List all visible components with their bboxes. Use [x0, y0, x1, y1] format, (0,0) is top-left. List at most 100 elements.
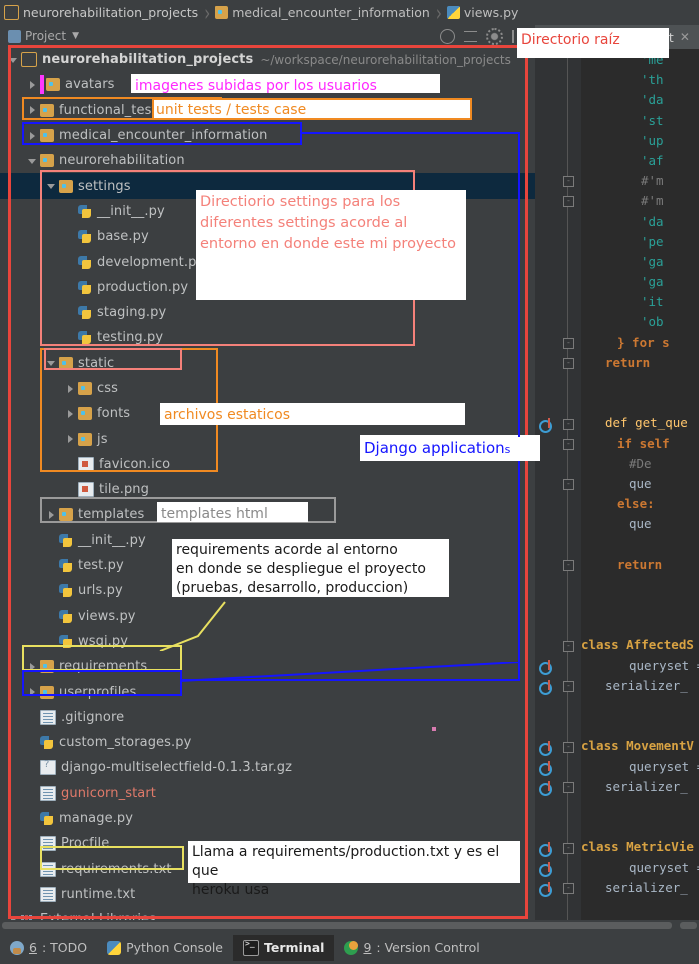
tree-row[interactable]: testing.py	[0, 325, 535, 350]
code-fold-toggle-icon[interactable]: -	[563, 640, 574, 652]
breadcrumb-label: medical_encounter_information	[232, 5, 430, 20]
code-fold-toggle-icon[interactable]: -	[563, 358, 574, 369]
chevron-down-icon[interactable]	[46, 358, 57, 369]
code-token: 'da	[641, 213, 664, 229]
chevron-right-icon[interactable]	[27, 130, 38, 141]
code-token: que	[629, 475, 652, 491]
tree-row[interactable]: django-multiselectfield-0.1.3.tar.gz	[0, 755, 535, 780]
tree-row[interactable]: tile.png	[0, 477, 535, 502]
tree-row-label: userprofiles	[59, 684, 137, 700]
code-line: } for s	[581, 333, 699, 353]
status-bar-tabs[interactable]: 6: TODO Python Console Terminal 9: Version …	[0, 931, 699, 964]
chevron-right-icon[interactable]	[27, 687, 38, 698]
status-tab-pythonconsole[interactable]: Python Console	[97, 935, 233, 961]
close-icon[interactable]: ✕	[680, 30, 690, 44]
breadcrumb-separator-icon: ›	[435, 0, 442, 26]
tree-row[interactable]: neurorehabilitation_projects ~/workspace/…	[0, 47, 535, 72]
code-fold-toggle-icon[interactable]: -	[563, 782, 574, 794]
tree-row[interactable]: staging.py	[0, 300, 535, 325]
code-line: 'ob	[581, 312, 699, 332]
tree-row-label: static	[78, 355, 115, 371]
text-file-icon	[40, 785, 56, 801]
code-line: 'ga	[581, 252, 699, 272]
breadcrumb-item-2[interactable]: views.py	[443, 0, 521, 25]
tree-row[interactable]: userprofiles	[0, 679, 535, 704]
run-gutter-icon[interactable]	[539, 680, 552, 696]
chevron-right-icon[interactable]	[27, 105, 38, 116]
status-tab-todo[interactable]: 6: TODO	[0, 935, 97, 961]
chevron-down-icon[interactable]	[46, 181, 57, 192]
code-token: 'af	[641, 152, 664, 168]
chevron-right-icon[interactable]	[46, 509, 57, 520]
folder-icon	[59, 179, 73, 193]
code-fold-toggle-icon[interactable]: -	[563, 418, 574, 430]
chevron-right-icon[interactable]	[27, 661, 38, 672]
code-token: 'ga	[641, 253, 664, 269]
tree-row[interactable]: .gitignore	[0, 705, 535, 730]
code-fold-toggle-icon[interactable]: -	[563, 681, 574, 693]
code-fold-toggle-icon[interactable]: -	[563, 176, 574, 188]
code-fold-toggle-icon[interactable]: -	[563, 337, 574, 349]
chevron-right-icon[interactable]	[27, 79, 38, 90]
scrollbar-thumb-left[interactable]	[2, 922, 672, 929]
settings-gear-icon[interactable]	[486, 27, 503, 45]
status-tab-versioncontrol[interactable]: 9: Version Control	[334, 935, 489, 961]
target-icon[interactable]	[440, 28, 455, 44]
run-gutter-icon[interactable]	[539, 862, 552, 877]
tree-row-label: tile.png	[99, 482, 149, 498]
code-fold-toggle-icon[interactable]: -	[563, 196, 574, 208]
run-gutter-icon[interactable]	[539, 660, 552, 675]
tree-row[interactable]: custom_storages.py	[0, 730, 535, 755]
breadcrumb-item-1[interactable]: medical_encounter_information	[211, 0, 432, 25]
chevron-down-icon[interactable]: ▼	[72, 31, 79, 41]
chevron-down-icon[interactable]	[27, 155, 38, 166]
chevron-right-icon[interactable]	[65, 408, 76, 419]
run-gutter-icon[interactable]	[539, 761, 552, 776]
collapse-all-icon[interactable]	[464, 30, 477, 42]
horizontal-scrollbar-strip[interactable]	[0, 920, 699, 931]
run-gutter-icon[interactable]	[539, 417, 552, 433]
scrollbar-thumb-right[interactable]	[680, 922, 697, 929]
project-toolwindow-title-group[interactable]: Project ▼	[8, 29, 79, 43]
tree-row[interactable]: static	[0, 351, 535, 376]
text-file-icon	[40, 861, 56, 877]
code-fold-toggle-icon[interactable]: -	[563, 741, 574, 753]
tree-row[interactable]: neurorehabilitation	[0, 148, 535, 173]
tree-row[interactable]: manage.py	[0, 806, 535, 831]
run-gutter-icon[interactable]	[539, 740, 552, 756]
chevron-down-icon[interactable]	[8, 54, 19, 65]
tree-row-label: test.py	[78, 558, 124, 574]
text-file-icon	[40, 709, 56, 725]
tree-row[interactable]: medical_encounter_information	[0, 123, 535, 148]
tree-row[interactable]: views.py	[0, 604, 535, 629]
tree-row-label: django-multiselectfield-0.1.3.tar.gz	[61, 760, 293, 776]
tree-row[interactable]: gunicorn_start	[0, 781, 535, 806]
editor-code-lines[interactable]: 'me'th'da'st'up'af #'m #'m'da'pe'ga'ga'it '…	[581, 50, 699, 921]
annotation-static: archivos estaticos	[160, 403, 465, 425]
run-gutter-icon[interactable]	[539, 882, 552, 898]
tree-row-label: favicon.ico	[99, 456, 171, 472]
chevron-right-icon[interactable]	[65, 383, 76, 394]
project-tree[interactable]: neurorehabilitation_projects ~/workspace/…	[0, 47, 535, 920]
code-fold-toggle-icon[interactable]: -	[563, 479, 574, 491]
editor-code-area[interactable]: 'me'th'da'st'up'af #'m #'m'da'pe'ga'ga'it '…	[535, 50, 699, 921]
tree-row[interactable]: css	[0, 376, 535, 401]
code-fold-toggle-icon[interactable]: -	[563, 883, 574, 895]
code-fold-toggle-icon[interactable]: -	[563, 842, 574, 854]
breadcrumb-item-0[interactable]: neurorehabilitation_projects	[0, 0, 200, 25]
run-gutter-icon[interactable]	[539, 781, 552, 797]
chevron-right-icon[interactable]	[65, 434, 76, 445]
status-tab-terminal[interactable]: Terminal	[233, 934, 335, 961]
code-token: else:	[617, 496, 655, 512]
tree-row[interactable]: wsqi.py	[0, 629, 535, 654]
breadcrumb-label: views.py	[463, 5, 519, 20]
code-token: 'th	[641, 72, 664, 88]
code-fold-toggle-icon[interactable]: -	[563, 438, 574, 450]
tree-row[interactable]: External Libraries	[0, 907, 535, 920]
code-fold-toggle-icon[interactable]: -	[563, 560, 574, 571]
run-gutter-icon[interactable]	[539, 841, 552, 857]
status-tab-number: 6	[29, 940, 37, 955]
